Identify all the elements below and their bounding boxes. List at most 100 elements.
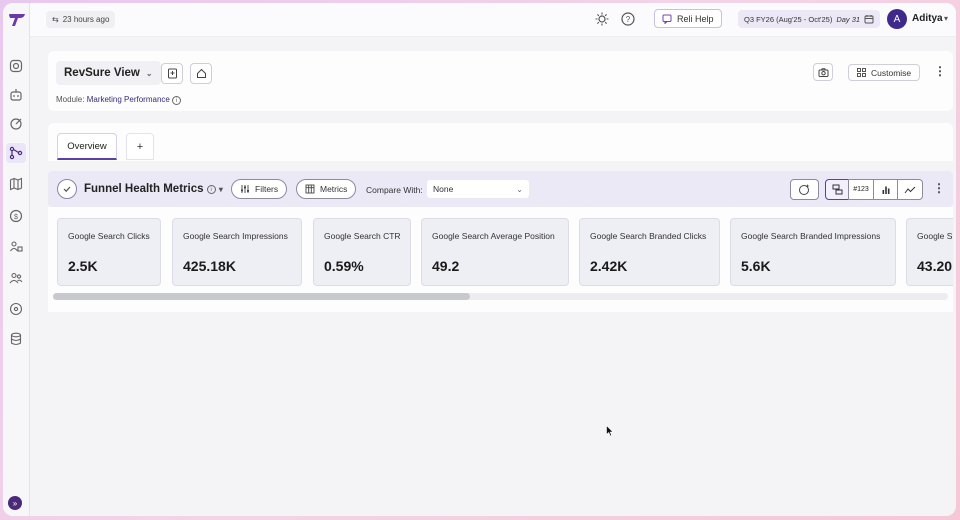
bar-chart-icon bbox=[882, 186, 889, 194]
metric-card[interactable]: Google Search Clicks 2.5K bbox=[57, 218, 161, 286]
chat-icon bbox=[662, 14, 672, 24]
last-updated-chip[interactable]: ⇆ 23 hours ago bbox=[46, 11, 116, 28]
home-button[interactable] bbox=[190, 63, 212, 84]
tab-overview[interactable]: Overview bbox=[57, 133, 117, 160]
line-chart-icon bbox=[904, 186, 916, 193]
tab-bar: Overview + bbox=[48, 123, 953, 161]
dollar-icon[interactable]: $ bbox=[6, 206, 26, 226]
reli-help-label: Reli Help bbox=[677, 13, 714, 24]
home-icon bbox=[196, 68, 206, 78]
page-title: RevSure View bbox=[64, 67, 140, 79]
topbar: ⇆ 23 hours ago ? Reli Help Q3 FY26 (Aug'… bbox=[30, 3, 956, 37]
users-grid-icon[interactable] bbox=[6, 236, 26, 256]
chevron-down-icon[interactable]: ▾ bbox=[944, 14, 948, 23]
metric-value: 425.18K bbox=[183, 258, 236, 274]
customise-button[interactable]: Customise bbox=[848, 64, 921, 81]
brand-logo[interactable] bbox=[8, 13, 26, 27]
more-options-icon[interactable]: ⋮ bbox=[933, 181, 945, 195]
avatar[interactable]: A bbox=[887, 9, 907, 29]
module-label: Module: bbox=[56, 95, 85, 104]
metrics-label: Metrics bbox=[320, 184, 348, 194]
metric-value: 2.5K bbox=[68, 258, 98, 274]
metric-card[interactable]: Google Search Impressions 425.18K bbox=[172, 218, 302, 286]
metric-label: Google Search Branded Clicks bbox=[590, 231, 707, 241]
map-icon[interactable] bbox=[6, 174, 26, 194]
expand-sidebar-button[interactable]: » bbox=[8, 496, 22, 510]
layout-button[interactable] bbox=[825, 179, 849, 200]
metrics-button[interactable]: Metrics bbox=[296, 179, 357, 199]
metric-card[interactable]: Google Search CTR 0.59% bbox=[313, 218, 411, 286]
metric-label: Google Search CTR bbox=[324, 231, 401, 241]
check-circle-icon[interactable] bbox=[57, 179, 77, 199]
chevron-down-icon: ⌄ bbox=[145, 68, 153, 78]
refresh-icon: ⇆ bbox=[52, 15, 59, 24]
grid-icon bbox=[857, 68, 866, 77]
filters-button[interactable]: Filters bbox=[231, 179, 288, 199]
metric-card[interactable]: Google Search Branded Impressions 5.6K bbox=[730, 218, 896, 286]
table-icon bbox=[305, 184, 315, 194]
more-options-icon[interactable]: ⋮ bbox=[934, 64, 946, 78]
people-icon[interactable] bbox=[6, 268, 26, 288]
section-title-text: Funnel Health Metrics bbox=[84, 183, 204, 195]
bookmark-button[interactable] bbox=[161, 63, 183, 84]
reli-help-button[interactable]: Reli Help bbox=[654, 9, 722, 28]
compare-value: None bbox=[433, 184, 454, 194]
calendar-icon bbox=[864, 15, 874, 24]
info-icon[interactable]: i bbox=[172, 96, 182, 105]
metric-label: Google Search Clicks bbox=[68, 231, 150, 241]
bar-chart-button[interactable] bbox=[873, 179, 898, 200]
metric-card[interactable]: Google Search Average Position 49.2 bbox=[421, 218, 569, 286]
compare-select[interactable]: None ⌄ bbox=[427, 180, 529, 198]
app-frame: $ » ⇆ 23 hours ago ? Reli Help Q3 FY26 (… bbox=[3, 3, 956, 516]
scrollbar-thumb[interactable] bbox=[53, 293, 470, 300]
metric-card[interactable]: Google Search Branded Clicks 2.42K bbox=[579, 218, 720, 286]
metric-label: Google S bbox=[917, 231, 953, 241]
metric-card[interactable]: Google S 43.20 bbox=[906, 218, 953, 286]
sliders-icon bbox=[241, 185, 249, 193]
info-icon[interactable]: i bbox=[206, 185, 216, 194]
metric-value: 49.2 bbox=[432, 258, 460, 274]
bot-icon[interactable] bbox=[6, 85, 26, 105]
metric-label: Google Search Branded Impressions bbox=[741, 231, 881, 241]
horizontal-scrollbar[interactable] bbox=[53, 293, 948, 300]
mouse-cursor-icon bbox=[606, 425, 614, 437]
chevron-down-icon[interactable]: ▾ bbox=[219, 185, 223, 194]
compare-label: Compare With: bbox=[366, 185, 423, 195]
screenshot-button[interactable] bbox=[813, 63, 833, 81]
instagram-icon[interactable] bbox=[6, 56, 26, 76]
metric-value: 43.20 bbox=[917, 258, 953, 274]
line-chart-button[interactable] bbox=[897, 179, 923, 200]
flow-icon[interactable] bbox=[6, 143, 26, 163]
metrics-toolbar: Funnel Health Metrics i ▾ Filters Metric… bbox=[48, 171, 953, 207]
view-header: RevSure View ⌄ Module: Marketing Perform… bbox=[48, 51, 953, 111]
bookmark-icon bbox=[167, 68, 177, 79]
layout-icon bbox=[832, 184, 842, 195]
customise-label: Customise bbox=[871, 67, 912, 78]
module-value[interactable]: Marketing Performance bbox=[87, 95, 170, 104]
target-icon[interactable] bbox=[6, 114, 26, 134]
help-icon[interactable]: ? bbox=[620, 11, 636, 27]
svg-text:$: $ bbox=[14, 214, 18, 221]
quarter-label: Q3 FY26 (Aug'25 - Oct'25) bbox=[744, 14, 833, 24]
number-format-button[interactable]: #123 bbox=[848, 179, 874, 200]
section-title: Funnel Health Metrics i ▾ bbox=[84, 183, 223, 195]
sun-icon[interactable] bbox=[594, 11, 610, 27]
metric-value: 5.6K bbox=[741, 258, 771, 274]
metric-label: Google Search Average Position bbox=[432, 231, 555, 241]
ai-chat-button[interactable] bbox=[790, 179, 819, 200]
chat-sparkle-icon bbox=[799, 184, 810, 195]
puzzle-icon[interactable] bbox=[6, 299, 26, 319]
module-info: Module: Marketing Performance i bbox=[56, 95, 182, 105]
quarter-selector[interactable]: Q3 FY26 (Aug'25 - Oct'25) Day 31 bbox=[738, 10, 881, 28]
metric-cards-strip: Google Search Clicks 2.5K Google Search … bbox=[48, 207, 953, 312]
metric-value: 2.42K bbox=[590, 258, 628, 274]
view-selector[interactable]: RevSure View ⌄ bbox=[56, 61, 161, 85]
camera-icon bbox=[818, 67, 828, 77]
chevron-down-icon: ⌄ bbox=[516, 184, 523, 194]
metric-value: 0.59% bbox=[324, 258, 364, 274]
add-tab-button[interactable]: + bbox=[126, 133, 154, 160]
database-icon[interactable] bbox=[6, 329, 26, 349]
quarter-day: Day 31 bbox=[836, 14, 861, 24]
user-name[interactable]: Aditya bbox=[912, 13, 943, 24]
sidebar: $ » bbox=[3, 3, 30, 516]
